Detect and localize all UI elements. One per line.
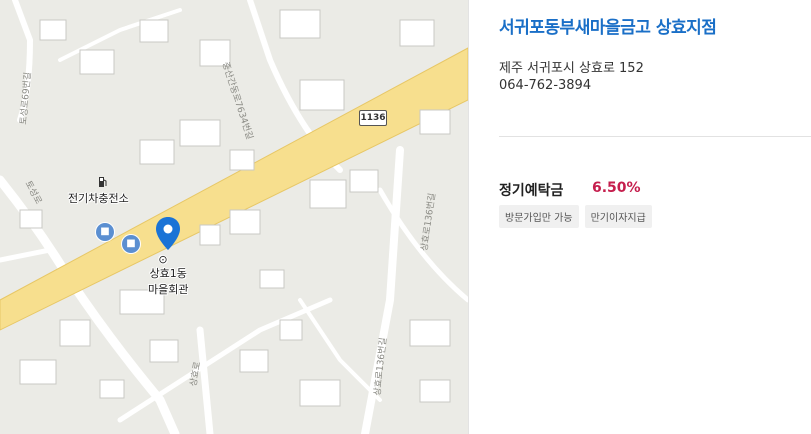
map-view[interactable]: 토성로69번길 중산간동로7634번길 상효로136번길 토성로 상효로 상효로…: [0, 0, 468, 434]
bus-stop-icon[interactable]: ■: [122, 235, 140, 253]
product-rate: 6.50%: [592, 180, 641, 196]
poi-hall-name[interactable]: 상효1동 마을회관: [148, 265, 188, 297]
product-tag: 방문가입만 가능: [499, 205, 579, 228]
section-divider: [499, 136, 811, 137]
poi-hall-line1: 상효1동: [149, 267, 187, 280]
bank-info-panel: 서귀포동부새마을금고 상효지점 제주 서귀포시 상효로 152 064-762-…: [469, 0, 811, 434]
poi-charging-station[interactable]: 전기차충전소: [68, 190, 129, 206]
location-pin-icon[interactable]: [155, 216, 181, 256]
bank-phone: 064-762-3894: [499, 78, 592, 93]
product-tag: 만기이자지급: [584, 205, 652, 228]
fuel-pump-icon: [98, 176, 108, 191]
map-base: [0, 0, 468, 434]
bus-stop-icon[interactable]: ■: [96, 223, 114, 241]
poi-hall-line2: 마을회관: [148, 283, 189, 296]
bank-address: 제주 서귀포시 상효로 152: [499, 61, 644, 76]
bank-name-link[interactable]: 서귀포동부새마을금고 상효지점: [499, 13, 717, 38]
product-name: 정기예탁금: [499, 183, 564, 199]
product-tags: 방문가입만 가능 만기이자지급: [499, 205, 652, 228]
route-shield: 1136: [359, 110, 387, 126]
